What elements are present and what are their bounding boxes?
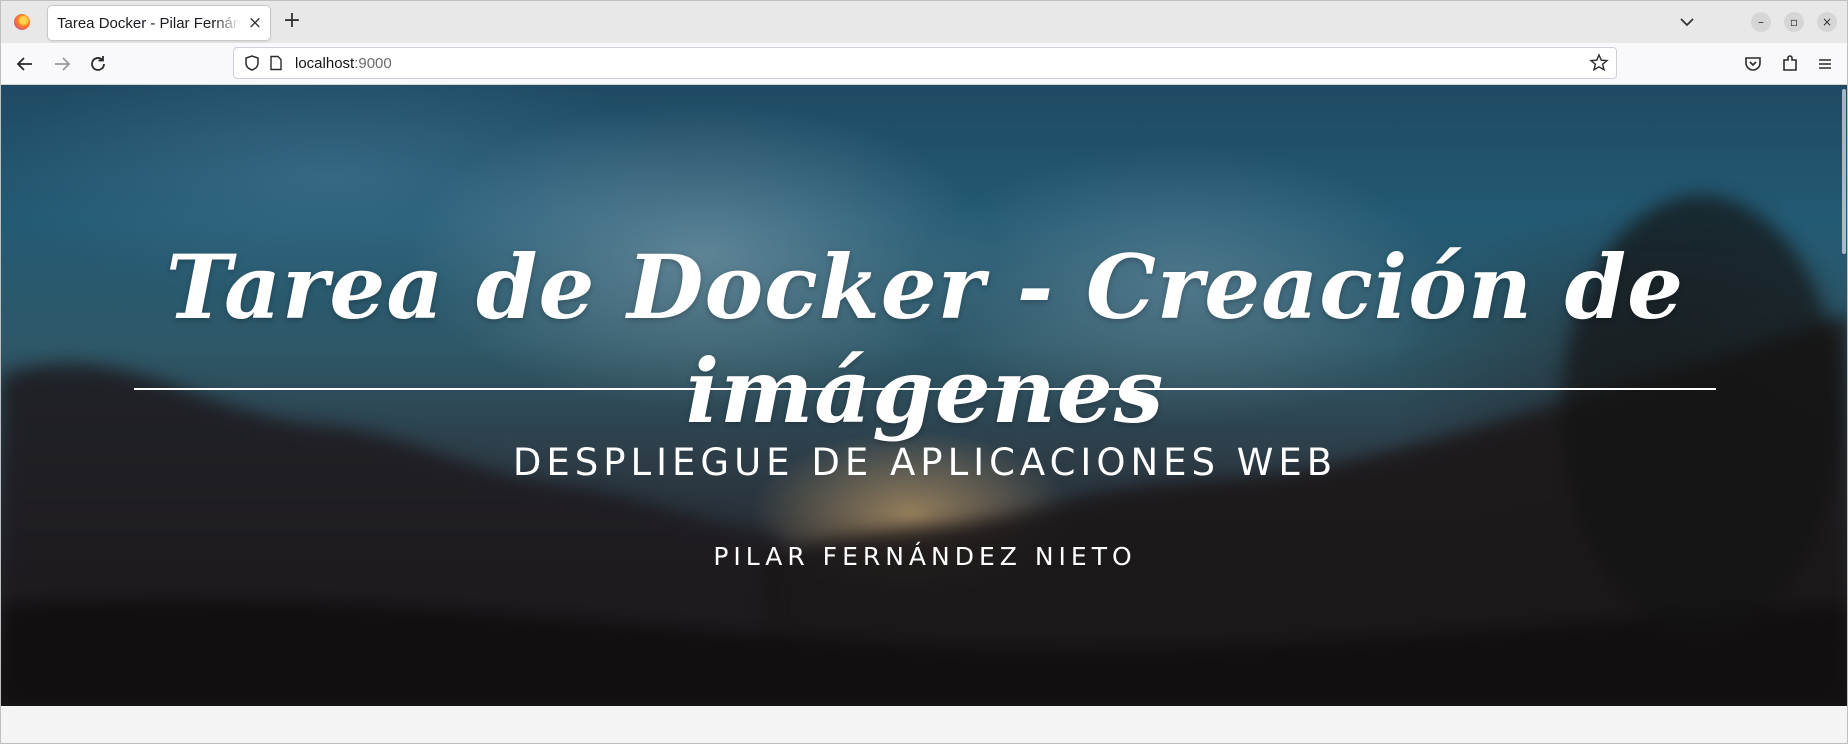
hero-subtitle: DESPLIEGUE DE APLICACIONES WEB: [512, 441, 1338, 484]
hero-author: PILAR FERNÁNDEZ NIETO: [713, 542, 1137, 571]
firefox-logo-icon[interactable]: [14, 14, 30, 30]
extensions-icon[interactable]: [1778, 52, 1802, 76]
back-icon[interactable]: [13, 52, 37, 76]
restore-button[interactable]: ▫: [1784, 12, 1804, 32]
minimize-button[interactable]: –: [1751, 12, 1771, 32]
page-icon[interactable]: [268, 55, 284, 75]
hero-section: Tarea de Docker - Creación de imágenes D…: [1, 85, 1847, 706]
page-content: Tarea de Docker - Creación de imágenes D…: [1, 85, 1847, 743]
list-all-tabs-icon[interactable]: [1676, 11, 1698, 33]
navigation-bar: localhost:9000: [1, 43, 1847, 85]
reload-icon[interactable]: [86, 52, 110, 76]
close-window-button[interactable]: ×: [1817, 12, 1837, 32]
title-divider: [134, 388, 1716, 390]
tab-active[interactable]: Tarea Docker - Pilar Fernández Nieto ×: [48, 6, 270, 40]
menu-icon[interactable]: [1813, 52, 1837, 76]
hero-title: Tarea de Docker - Creación de imágenes: [165, 235, 1685, 443]
scrollbar-thumb[interactable]: [1842, 89, 1846, 254]
bookmark-star-icon[interactable]: [1589, 53, 1609, 77]
tab-close-icon[interactable]: ×: [244, 12, 266, 34]
url-port: :9000: [354, 55, 392, 72]
shield-icon[interactable]: [243, 54, 261, 76]
url-bar[interactable]: localhost:9000: [233, 47, 1617, 79]
url-text[interactable]: localhost:9000: [295, 55, 392, 72]
tab-strip: Tarea Docker - Pilar Fernández Nieto × +…: [1, 1, 1847, 43]
new-tab-button[interactable]: +: [280, 10, 304, 34]
forward-icon[interactable]: [50, 52, 74, 76]
pocket-icon[interactable]: [1741, 52, 1765, 76]
url-host: localhost: [295, 55, 355, 72]
tab-title: Tarea Docker - Pilar Fernández Nieto: [57, 15, 240, 32]
browser-window: Tarea Docker - Pilar Fernández Nieto × +…: [0, 0, 1848, 744]
